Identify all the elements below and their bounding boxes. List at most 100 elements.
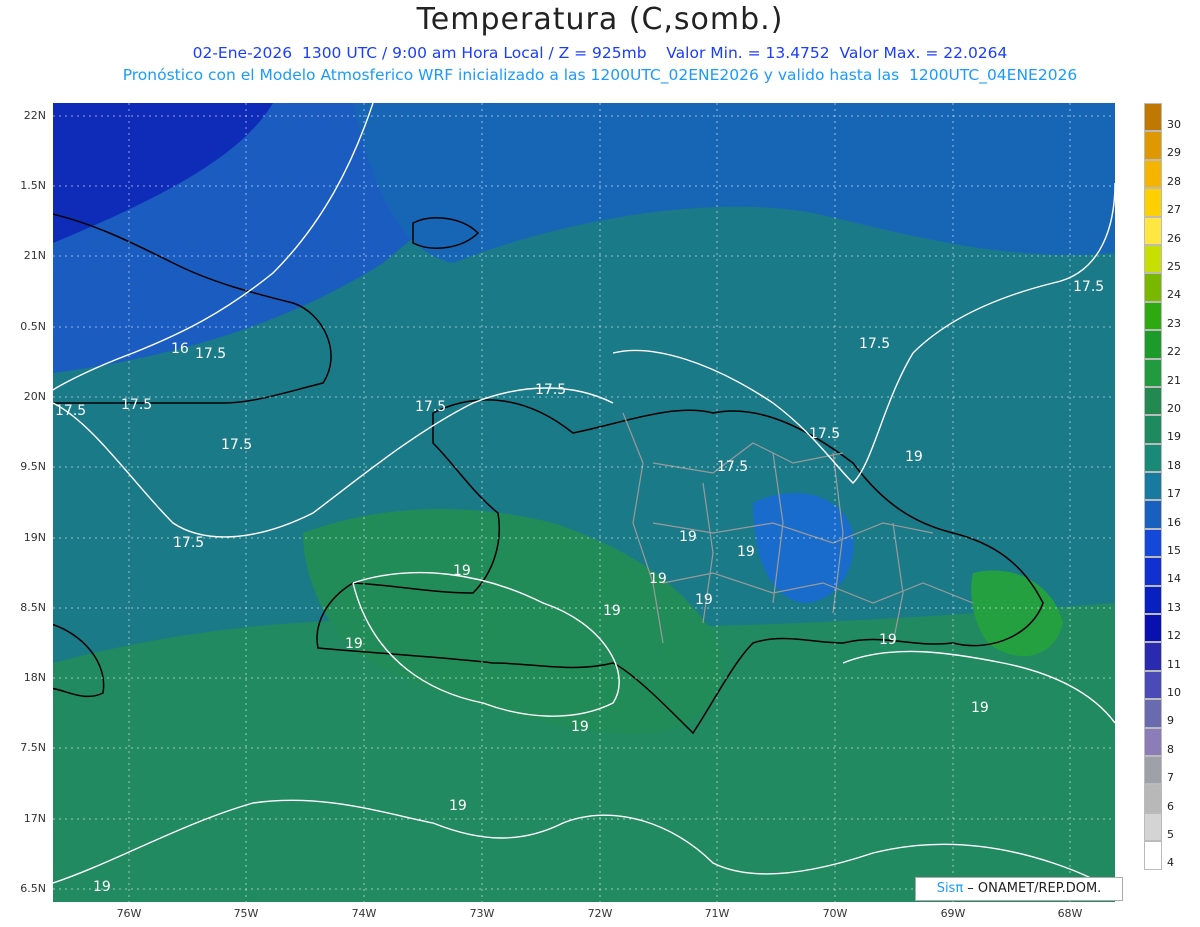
contour-label: 17.5 (1073, 279, 1104, 295)
colorbar-label: 7 (1167, 771, 1174, 785)
colorbar-swatch (1144, 528, 1162, 558)
colorbar-label: 5 (1167, 828, 1174, 841)
lat-label: 7.5N (20, 741, 46, 754)
colorbar-swatch (1144, 670, 1162, 700)
colorbar-label: 8 (1167, 742, 1174, 756)
lon-label: 71W (704, 907, 730, 920)
lat-label: 17N (23, 812, 46, 825)
colorbar-label: 9 (1167, 714, 1174, 728)
colorbar-label: 27 (1167, 203, 1181, 217)
contour-label: 17.5 (535, 382, 566, 398)
colorbar-swatch (1144, 131, 1162, 160)
colorbar-label: 14 (1167, 572, 1181, 586)
lon-label: 76W (116, 907, 142, 920)
colorbar-swatch (1144, 727, 1162, 756)
contour-label: 19 (453, 563, 471, 579)
colorbar-label: 16 (1167, 515, 1181, 529)
colorbar-swatch (1144, 812, 1162, 842)
lon-label: 72W (587, 907, 613, 920)
colorbar-swatch (1144, 642, 1162, 671)
colorbar-swatch (1144, 500, 1162, 529)
contour-label: 19 (879, 632, 897, 648)
colorbar-swatch (1144, 472, 1162, 501)
lat-label: 18N (23, 671, 46, 684)
contour-label: 19 (649, 571, 667, 587)
colorbar (1144, 103, 1162, 870)
colorbar-swatch (1144, 244, 1162, 274)
contour-label: 17.5 (221, 437, 252, 453)
colorbar-label: 17 (1167, 487, 1181, 501)
contour-label: 19 (449, 798, 467, 814)
colorbar-swatch (1144, 614, 1162, 643)
contour-label: 19 (905, 449, 923, 465)
colorbar-swatch (1144, 301, 1162, 331)
contour-label: 16 (171, 341, 189, 357)
colorbar-label: 15 (1167, 544, 1181, 557)
run-info-line: 02-Ene-2026 1300 UTC / 9:00 am Hora Loca… (192, 44, 1008, 62)
colorbar-label: 13 (1167, 600, 1181, 614)
colorbar-swatch (1144, 216, 1162, 245)
lon-label: 75W (233, 907, 259, 920)
lon-label: 74W (351, 907, 377, 920)
colorbar-swatch (1144, 443, 1162, 473)
colorbar-label: 20 (1167, 402, 1181, 415)
colorbar-label: 28 (1167, 174, 1181, 188)
credit-box: Sisπ – ONAMET/REP.DOM. (915, 877, 1123, 901)
contour-label: 17.5 (55, 403, 86, 419)
contour-label: 17.5 (717, 459, 748, 475)
colorbar-swatch (1144, 159, 1162, 189)
colorbar-swatch (1144, 273, 1162, 302)
colorbar-label: 29 (1167, 146, 1181, 160)
colorbar-label: 30 (1167, 118, 1181, 131)
lat-label: 21N (23, 249, 46, 262)
credit-brand: Sisπ (936, 881, 964, 896)
contour-label: 19 (679, 529, 697, 545)
lat-label: 0.5N (20, 320, 46, 333)
contour-label: 19 (603, 603, 621, 619)
colorbar-swatch (1144, 188, 1162, 217)
credit-org: – ONAMET/REP.DOM. (963, 881, 1102, 896)
colorbar-swatch (1144, 415, 1162, 444)
contour-label: 17.5 (809, 426, 840, 442)
contour-label: 19 (971, 700, 989, 716)
colorbar-label: 21 (1167, 373, 1181, 387)
contour-label: 19 (737, 544, 755, 560)
contour-label: 17.5 (195, 346, 226, 362)
lat-label: 9.5N (20, 460, 46, 473)
contour-label: 17.5 (121, 397, 152, 413)
forecast-info-line: Pronóstico con el Modelo Atmosferico WRF… (122, 66, 1078, 84)
colorbar-label: 18 (1167, 458, 1181, 472)
contour-label: 19 (345, 636, 363, 652)
colorbar-label: 24 (1167, 288, 1181, 302)
lon-label: 73W (469, 907, 495, 920)
lat-label: 22N (23, 109, 46, 122)
temperature-map: 16 17.5 17.5 17.5 17.5 17.5 17.5 17.5 17… (53, 103, 1115, 902)
colorbar-label: 26 (1167, 231, 1181, 245)
colorbar-swatch (1144, 755, 1162, 785)
contour-label: 17.5 (859, 336, 890, 352)
colorbar-swatch (1144, 330, 1162, 359)
colorbar-swatch (1144, 784, 1162, 813)
colorbar-label: 6 (1167, 799, 1174, 813)
colorbar-swatch (1144, 358, 1162, 387)
lon-label: 70W (822, 907, 848, 920)
colorbar-label: 23 (1167, 316, 1181, 330)
colorbar-swatch (1144, 841, 1162, 870)
colorbar-label: 4 (1167, 856, 1174, 870)
colorbar-swatch (1144, 103, 1162, 132)
lat-label: 8.5N (20, 601, 46, 614)
colorbar-label: 22 (1167, 345, 1181, 359)
colorbar-label: 11 (1167, 657, 1181, 671)
colorbar-label: 10 (1167, 686, 1181, 699)
colorbar-swatch (1144, 699, 1162, 728)
lat-label: 6.5N (20, 882, 46, 895)
contour-label: 19 (571, 719, 589, 735)
colorbar-swatch (1144, 585, 1162, 615)
contour-label: 17.5 (173, 535, 204, 551)
lon-label: 69W (940, 907, 966, 920)
contour-label: 19 (93, 879, 111, 895)
colorbar-label: 12 (1167, 629, 1181, 643)
lat-label: 20N (23, 390, 46, 403)
map-title: Temperatura (C,somb.) (416, 2, 784, 37)
lat-label: 19N (23, 531, 46, 544)
